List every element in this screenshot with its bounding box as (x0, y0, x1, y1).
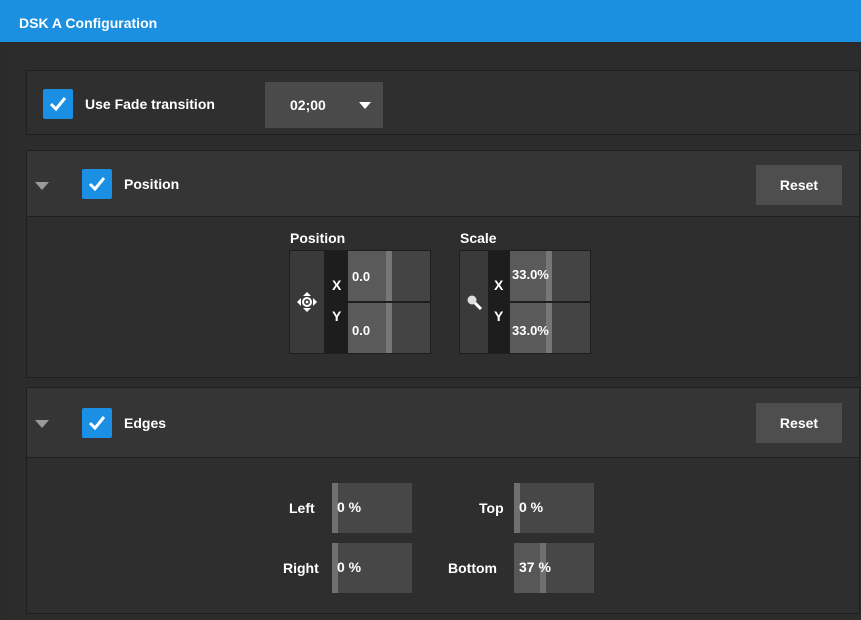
checkmark-icon (49, 97, 67, 112)
edge-left-label: Left (289, 500, 315, 516)
scale-y-field[interactable]: 33.0% (510, 303, 590, 353)
scale-x-axis-label: X (494, 277, 504, 293)
position-section-label: Position (124, 176, 180, 192)
edges-section-label: Edges (124, 415, 167, 431)
triangle-down-icon[interactable] (35, 420, 49, 428)
position-axis-column: X Y (325, 251, 347, 353)
position-group-label: Position (290, 230, 346, 246)
position-x-value: 0.0 (352, 269, 371, 284)
edge-bottom-field[interactable]: 37 % (514, 543, 594, 593)
position-icon-cell[interactable] (290, 251, 324, 353)
edges-panel-header: Edges Reset (27, 388, 859, 458)
position-y-axis-label: Y (332, 308, 342, 324)
scale-axis-column: X Y (489, 251, 509, 353)
checkmark-icon (88, 177, 106, 192)
edge-right-label: Right (283, 560, 319, 576)
edge-right-field[interactable]: 0 % (332, 543, 412, 593)
edge-top-field[interactable]: 0 % (514, 483, 594, 533)
edges-checkbox[interactable] (82, 408, 112, 438)
fade-label: Use Fade transition (85, 96, 215, 112)
edge-left-field[interactable]: 0 % (332, 483, 412, 533)
edge-right-value: 0 % (337, 559, 362, 575)
config-frame: Use Fade transition 02;00 Position Reset… (9, 46, 860, 620)
fade-checkbox[interactable] (43, 89, 73, 119)
scale-x-value: 33.0% (512, 267, 549, 282)
scale-group-label: Scale (460, 230, 497, 246)
position-panel: Position Reset Position X Y 0.0 0.0 Scal… (26, 150, 860, 378)
scale-y-axis-label: Y (494, 308, 504, 324)
fade-duration-value: 02;00 (290, 97, 326, 113)
scale-y-value: 33.0% (512, 323, 549, 338)
triangle-down-icon[interactable] (35, 182, 49, 190)
position-y-value: 0.0 (352, 323, 371, 338)
edge-bottom-value: 37 % (519, 559, 551, 575)
edge-top-value: 0 % (519, 499, 544, 515)
scale-x-field[interactable]: 33.0% (510, 251, 590, 301)
position-panel-header: Position Reset (27, 151, 859, 217)
move-arrows-icon (297, 292, 317, 312)
title-bar: DSK A Configuration (0, 0, 861, 44)
magnifier-icon (467, 295, 482, 310)
edge-bottom-label: Bottom (448, 560, 497, 576)
position-reset-button[interactable]: Reset (756, 165, 842, 205)
fade-panel: Use Fade transition 02;00 (26, 70, 860, 135)
scale-icon-cell[interactable] (460, 251, 488, 353)
scale-control: X Y 33.0% 33.0% (459, 250, 591, 354)
edge-left-value: 0 % (337, 499, 362, 515)
position-checkbox[interactable] (82, 169, 112, 199)
fade-duration-dropdown[interactable]: 02;00 (265, 82, 383, 128)
edge-top-label: Top (479, 500, 504, 516)
edges-reset-button[interactable]: Reset (756, 403, 842, 443)
position-x-field[interactable]: 0.0 (348, 251, 430, 301)
position-control: X Y 0.0 0.0 (289, 250, 431, 354)
position-y-field[interactable]: 0.0 (348, 303, 430, 353)
window-title: DSK A Configuration (19, 15, 158, 31)
checkmark-icon (88, 416, 106, 431)
position-x-axis-label: X (332, 277, 342, 293)
edges-panel: Edges Reset Left 0 % Top 0 % Right 0 % B… (26, 387, 860, 614)
caret-down-icon (359, 102, 371, 109)
